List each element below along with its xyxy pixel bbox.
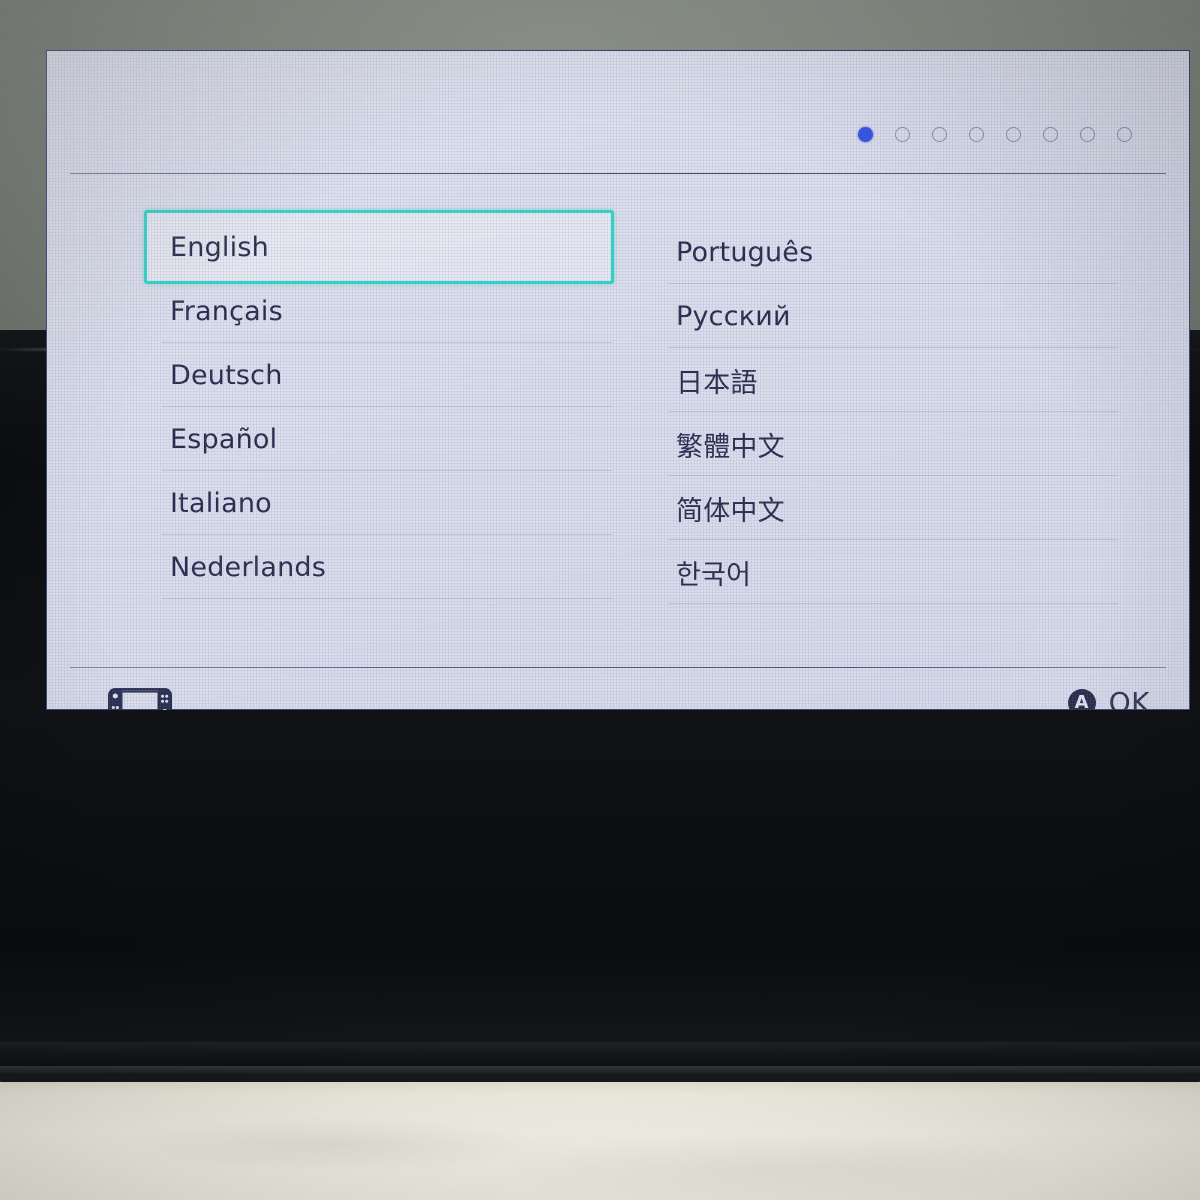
page-dot-1[interactable] — [858, 127, 873, 142]
language-label: 日本語 — [676, 367, 758, 399]
confirm-action[interactable]: A OK — [1067, 686, 1150, 710]
handheld-mode-indicator — [108, 688, 172, 710]
footer-divider — [70, 667, 1166, 668]
language-label: 简体中文 — [676, 495, 785, 527]
language-option-korean[interactable]: 한국어 — [650, 540, 1120, 604]
language-label: English — [170, 231, 269, 263]
language-option-simplified-chinese[interactable]: 简体中文 — [650, 476, 1120, 540]
console-bottom-lip — [0, 1042, 1200, 1068]
language-label: Italiano — [170, 487, 272, 519]
ok-label: OK — [1108, 686, 1150, 710]
table-surface — [0, 1076, 1200, 1200]
page-dot-8[interactable] — [1117, 127, 1132, 142]
page-dot-7[interactable] — [1080, 127, 1095, 142]
language-option-francais[interactable]: Français — [144, 279, 614, 343]
page-dot-3[interactable] — [932, 127, 947, 142]
switch-console-icon — [108, 688, 172, 710]
language-option-espanol[interactable]: Español — [144, 407, 614, 471]
language-option-deutsch[interactable]: Deutsch — [144, 343, 614, 407]
list-separator — [162, 598, 612, 599]
page-dot-6[interactable] — [1043, 127, 1058, 142]
console-screen: English Français Deutsch Español Italian… — [46, 50, 1190, 710]
language-column-left: English Français Deutsch Español Italian… — [144, 210, 614, 599]
setup-pagination-dots — [858, 127, 1132, 142]
a-button-icon[interactable]: A — [1067, 688, 1096, 710]
language-option-japanese[interactable]: 日本語 — [650, 348, 1120, 412]
language-selection-screen: English Français Deutsch Español Italian… — [46, 50, 1190, 710]
language-option-nederlands[interactable]: Nederlands — [144, 535, 614, 599]
header-divider — [70, 173, 1166, 174]
page-dot-5[interactable] — [1006, 127, 1021, 142]
language-option-english[interactable]: English — [144, 210, 614, 284]
language-option-italiano[interactable]: Italiano — [144, 471, 614, 535]
language-column-right: Português Русский 日本語 繁體中文 简体中文 한국어 — [650, 220, 1120, 604]
page-dot-2[interactable] — [895, 127, 910, 142]
language-option-portugues[interactable]: Português — [650, 220, 1120, 284]
language-label: Русский — [676, 300, 791, 332]
language-label: Nederlands — [170, 551, 327, 583]
language-option-russian[interactable]: Русский — [650, 284, 1120, 348]
language-label: Português — [676, 236, 814, 268]
language-label: Español — [170, 423, 278, 455]
language-label: Deutsch — [170, 359, 283, 391]
console-bottom-edge — [0, 1066, 1200, 1074]
language-label: 한국어 — [676, 559, 752, 591]
photo-scene: English Français Deutsch Español Italian… — [0, 0, 1200, 1200]
language-label: 繁體中文 — [676, 431, 785, 463]
language-option-traditional-chinese[interactable]: 繁體中文 — [650, 412, 1120, 476]
a-button-glyph: A — [1074, 691, 1089, 710]
list-separator — [668, 603, 1118, 604]
language-label: Français — [170, 295, 283, 327]
page-dot-4[interactable] — [969, 127, 984, 142]
